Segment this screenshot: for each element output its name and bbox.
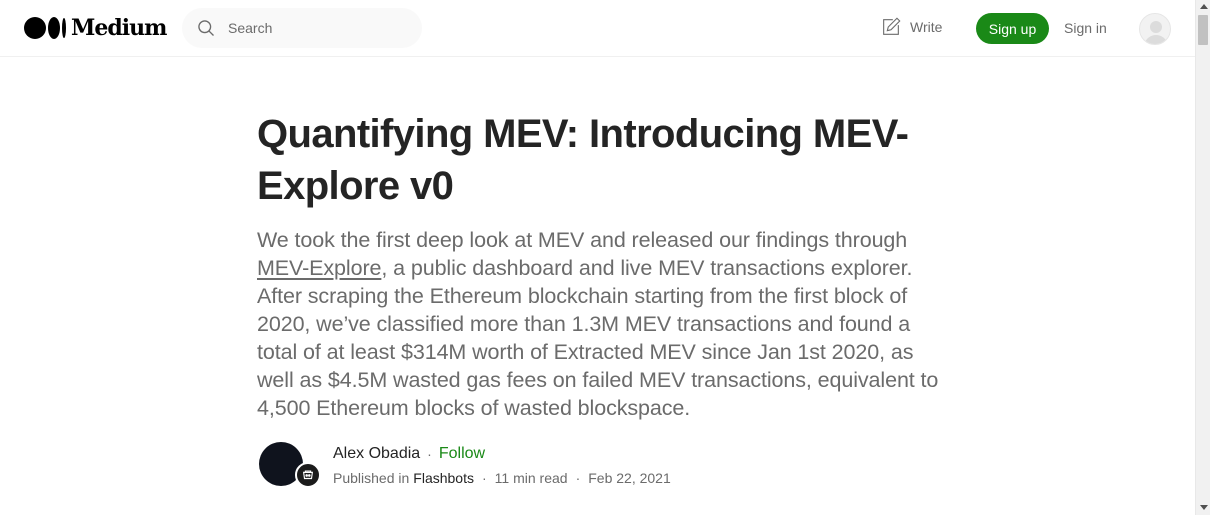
sign-up-button[interactable]: Sign up <box>976 13 1049 44</box>
published-in-label: Published in <box>333 470 410 486</box>
scrollbar-thumb[interactable] <box>1198 15 1208 45</box>
separator-dot: · <box>427 446 432 462</box>
article-byline: Alex Obadia · Follow Published in Flashb… <box>257 440 942 490</box>
scroll-down-arrow-icon[interactable] <box>1200 505 1208 510</box>
medium-logo-icon <box>24 17 66 39</box>
article-header: Quantifying MEV: Introducing MEV-Explore… <box>257 108 942 422</box>
scroll-up-arrow-icon[interactable] <box>1200 4 1208 9</box>
page-scrollbar[interactable] <box>1195 0 1210 515</box>
mev-explore-link[interactable]: MEV-Explore <box>257 256 381 280</box>
separator-dot: · <box>575 470 581 486</box>
medium-logo[interactable]: Medium <box>24 15 167 41</box>
publication-link[interactable]: Flashbots <box>413 470 474 486</box>
article-title: Quantifying MEV: Introducing MEV-Explore… <box>257 112 909 208</box>
subtitle-text-before: We took the first deep look at MEV and r… <box>257 228 908 252</box>
medium-logo-wordmark: Medium <box>71 15 167 41</box>
search-input[interactable] <box>228 20 398 36</box>
separator-dot: · <box>481 470 487 486</box>
read-time: 11 min read <box>494 470 568 486</box>
write-button[interactable]: Write <box>880 16 942 38</box>
publication-line: Published in Flashbots · 11 min read · F… <box>333 470 671 486</box>
write-icon <box>883 17 901 35</box>
follow-button[interactable]: Follow <box>439 445 485 463</box>
article-subtitle: We took the first deep look at MEV and r… <box>257 226 942 422</box>
write-label: Write <box>910 19 943 35</box>
sign-in-link[interactable]: Sign in <box>1064 20 1107 36</box>
default-user-icon <box>1144 21 1168 44</box>
user-avatar[interactable] <box>1139 13 1171 45</box>
top-navigation-bar: Medium Write Sign up Sign in <box>0 0 1195 57</box>
search-icon <box>198 20 214 36</box>
search-box[interactable] <box>182 8 422 48</box>
author-line: Alex Obadia · Follow <box>333 445 485 463</box>
publish-date: Feb 22, 2021 <box>588 470 671 486</box>
author-name[interactable]: Alex Obadia <box>333 445 420 463</box>
publication-badge-icon[interactable] <box>295 462 321 488</box>
subtitle-text-after: , a public dashboard and live MEV transa… <box>257 256 939 420</box>
